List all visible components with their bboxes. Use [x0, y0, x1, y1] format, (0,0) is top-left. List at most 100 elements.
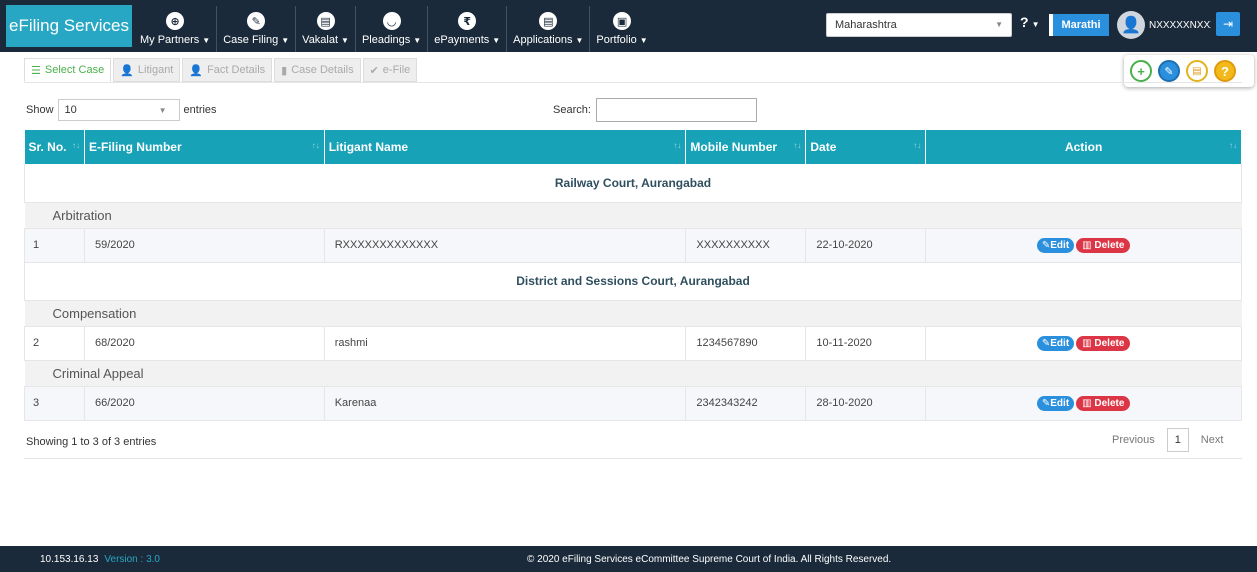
search-input[interactable]	[595, 98, 757, 122]
show-entries: Show 10 ▼ entries	[26, 99, 217, 121]
category-row: Arbitration	[24, 202, 1242, 229]
delete-button[interactable]: ▥ Delete	[1076, 395, 1131, 411]
show-label: Show	[26, 104, 54, 116]
cell-mobile-number: 2342343242	[685, 386, 807, 421]
chevron-down-icon: ▼	[281, 36, 290, 45]
court-group-row: District and Sessions Court, Aurangabad	[24, 262, 1242, 301]
cell-action: ✎Edit ▥ Delete	[925, 326, 1242, 361]
table-row: 1 59/2020 RXXXXXXXXXXXXX XXXXXXXXXX 22-10-20…	[24, 228, 1242, 263]
nav-label: Pleadings ▼	[362, 34, 421, 46]
search-box: Search:	[553, 98, 757, 122]
cell-mobile-number: 1234567890	[685, 326, 807, 361]
partners-icon: ⊕	[166, 12, 185, 30]
court-name: District and Sessions Court, Aurangabad	[24, 262, 1242, 301]
nav-label-text: Portfolio	[596, 34, 637, 46]
language-button[interactable]: Marathi	[1049, 14, 1109, 36]
trash-icon: ▥	[1082, 239, 1095, 251]
nav-label-text: ePayments	[434, 34, 490, 46]
nav-item-pleadings[interactable]: ◡ Pleadings ▼	[356, 6, 429, 52]
nav-item-portfolio[interactable]: ▣ Portfolio ▼	[590, 6, 653, 52]
main-menu: ⊕ My Partners ▼ ✎ Case Filing ▼ ▤ Vakalat ▼ ◡ Plea…	[134, 0, 654, 52]
sort-icon: ↑↓	[1229, 141, 1237, 150]
sort-icon: ↑↓	[673, 141, 682, 150]
header-label: Sr. No.	[28, 140, 67, 154]
tab-e-file[interactable]: ✔ e-File	[362, 58, 418, 82]
state-select[interactable]: Maharashtra ▼	[826, 13, 1012, 37]
previous-button[interactable]: Previous	[1112, 434, 1155, 446]
column-header-action[interactable]: Action ↑↓	[925, 130, 1242, 164]
sort-icon: ↑↓	[311, 141, 320, 150]
nav-item-my-partners[interactable]: ⊕ My Partners ▼	[134, 6, 218, 52]
category-name: Compensation	[24, 300, 1242, 327]
header-label: Action	[1064, 140, 1103, 154]
briefcase-icon: ▣	[613, 12, 632, 30]
delete-button[interactable]: ▥ Delete	[1076, 237, 1131, 253]
entries-label: entries	[183, 104, 217, 116]
edit-icon: ✎	[1041, 397, 1051, 409]
tab-select-case[interactable]: ☰ Select Case	[24, 58, 112, 82]
chevron-down-icon: ▼	[575, 36, 584, 45]
chevron-down-icon: ▼	[413, 36, 422, 45]
search-label: Search:	[553, 104, 591, 116]
cell-date: 22-10-2020	[805, 228, 927, 263]
tab-icon: 👤	[189, 64, 204, 77]
nav-item-applications[interactable]: ▤ Applications ▼	[507, 6, 591, 52]
category-row: Criminal Appeal	[24, 360, 1242, 387]
document-icon[interactable]: ▤	[1186, 60, 1208, 82]
rupee-icon: ₹	[458, 12, 477, 30]
nav-label: ePayments ▼	[434, 34, 500, 46]
help-label: ?	[1020, 14, 1029, 30]
edit-label: Edit	[1050, 239, 1070, 251]
pagination: Previous 1 Next	[1112, 428, 1223, 452]
cell-sr-no: 1	[24, 228, 85, 263]
footer-version: Version : 3.0	[104, 553, 160, 565]
add-icon[interactable]: +	[1130, 60, 1152, 82]
help-icon[interactable]: ?	[1214, 60, 1236, 82]
cell-efiling-number: 59/2020	[84, 228, 325, 263]
court-group-row: Railway Court, Aurangabad	[24, 164, 1242, 203]
logout-button[interactable]: ⇥	[1216, 12, 1240, 36]
tab-icon: 👤	[120, 64, 134, 77]
delete-button[interactable]: ▥ Delete	[1076, 335, 1131, 351]
edit-label: Edit	[1050, 337, 1070, 349]
tab-icon: ☰	[31, 64, 41, 77]
column-header-mobile-number[interactable]: Mobile Number ↑↓	[685, 130, 807, 164]
page-button[interactable]: 1	[1166, 428, 1189, 452]
edit-button[interactable]: ✎Edit	[1036, 237, 1075, 253]
edit-icon: ✎	[1041, 239, 1051, 251]
nav-label-text: Vakalat	[302, 34, 339, 46]
cell-mobile-number: XXXXXXXXXX	[685, 228, 807, 263]
edit-button[interactable]: ✎Edit	[1036, 335, 1075, 351]
edit-label: Edit	[1050, 397, 1070, 409]
entries-value: 10	[64, 104, 77, 116]
cell-action: ✎Edit ▥ Delete	[925, 228, 1242, 263]
tab-label: Select Case	[44, 64, 105, 76]
chevron-down-icon: ▼	[1031, 20, 1040, 29]
nav-label-text: My Partners	[140, 34, 200, 46]
entries-select[interactable]: 10 ▼	[57, 99, 180, 121]
column-header-sr-no[interactable]: Sr. No. ↑↓	[24, 130, 85, 164]
column-header-e-filing-number[interactable]: E-Filing Number ↑↓	[84, 130, 325, 164]
tab-label: e-File	[382, 64, 411, 76]
tab-fact-details[interactable]: 👤 Fact Details	[182, 58, 273, 82]
column-header-litigant-name[interactable]: Litigant Name ↑↓	[324, 130, 687, 164]
next-button[interactable]: Next	[1201, 434, 1224, 446]
edit-button[interactable]: ✎Edit	[1036, 395, 1075, 411]
tab-litigant[interactable]: 👤 Litigant	[113, 58, 181, 82]
cell-litigant-name: rashmi	[324, 326, 687, 361]
cell-date: 10-11-2020	[805, 326, 927, 361]
nav-label: Applications ▼	[513, 34, 583, 46]
nav-label: Vakalat ▼	[302, 34, 349, 46]
delete-label: Delete	[1094, 337, 1125, 349]
tab-case-details[interactable]: ▮ Case Details	[274, 58, 361, 82]
help-menu-button[interactable]: ? ▼	[1020, 14, 1039, 30]
nav-label-text: Pleadings	[361, 34, 411, 46]
edit-icon[interactable]: ✎	[1158, 60, 1180, 82]
nav-item-case-filing[interactable]: ✎ Case Filing ▼	[217, 6, 297, 52]
table-row: 3 66/2020 Karenaa 2342343242 28-10-2020 ✎Edit…	[24, 386, 1242, 421]
nav-item-vakalat[interactable]: ▤ Vakalat ▼	[296, 6, 356, 52]
chevron-down-icon: ▼	[492, 36, 501, 45]
column-header-date[interactable]: Date ↑↓	[805, 130, 927, 164]
nav-item-epayments[interactable]: ₹ ePayments ▼	[428, 6, 508, 52]
brand-logo[interactable]: eFiling Services	[6, 5, 132, 47]
